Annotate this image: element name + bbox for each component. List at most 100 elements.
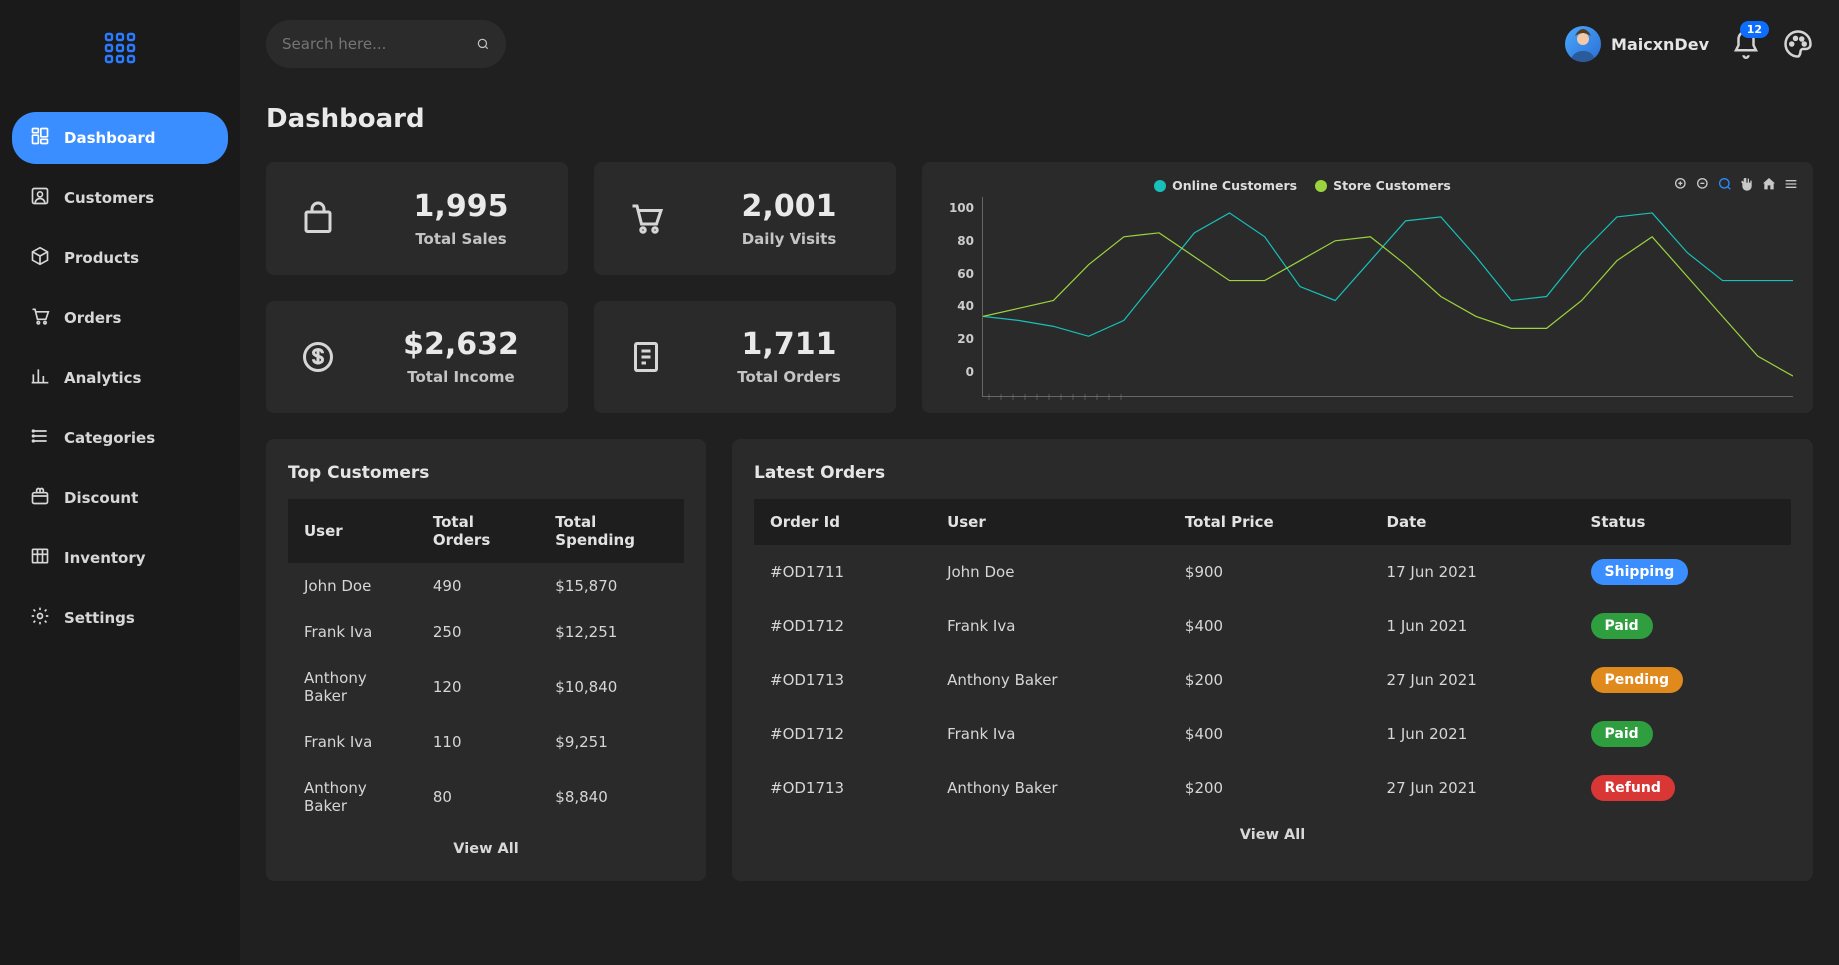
cell-status: Shipping [1575, 545, 1791, 599]
cell: Anthony Baker [931, 761, 1169, 815]
cell: Frank Iva [931, 707, 1169, 761]
sidebar-item-categories[interactable]: Categories [12, 412, 228, 464]
column-header: Order Id [754, 499, 931, 545]
menu-icon[interactable] [1783, 176, 1799, 192]
search-icon [476, 33, 490, 55]
table-row[interactable]: #OD1713Anthony Baker$20027 Jun 2021Refun… [754, 761, 1791, 815]
sidebar-item-settings[interactable]: Settings [12, 592, 228, 644]
table-row[interactable]: #OD1711John Doe$90017 Jun 2021Shipping [754, 545, 1791, 599]
cell: $200 [1169, 653, 1371, 707]
dollar-icon [294, 333, 342, 381]
cell: $200 [1169, 761, 1371, 815]
sidebar-item-products[interactable]: Products [12, 232, 228, 284]
sidebar-item-label: Products [64, 249, 139, 267]
stat-label: Daily Visits [710, 230, 868, 248]
ytick: 60 [938, 267, 974, 281]
table-row[interactable]: Anthony Baker80$8,840 [288, 765, 684, 829]
stat-card-total-orders: 1,711Total Orders [594, 301, 896, 414]
sidebar-item-discount[interactable]: Discount [12, 472, 228, 524]
customers-chart-card: Online CustomersStore Customers 10080604… [922, 162, 1813, 413]
cell: 490 [417, 563, 539, 609]
stat-label: Total Income [382, 368, 540, 386]
latest-orders-view-all[interactable]: View All [754, 827, 1791, 843]
table-row[interactable]: John Doe490$15,870 [288, 563, 684, 609]
cell: 1 Jun 2021 [1371, 707, 1575, 761]
column-header: Total Price [1169, 499, 1371, 545]
palette-icon [1783, 29, 1813, 59]
zoom-in-icon[interactable] [1673, 176, 1689, 192]
chart-x-ticks [983, 394, 1133, 400]
cell: 17 Jun 2021 [1371, 545, 1575, 599]
legend-label: Online Customers [1172, 178, 1297, 193]
topbar-right: MaicxnDev 12 [1565, 26, 1813, 62]
top-customers-view-all[interactable]: View All [288, 841, 684, 857]
cell: Anthony Baker [288, 655, 417, 719]
table-row[interactable]: #OD1712Frank Iva$4001 Jun 2021Paid [754, 707, 1791, 761]
table-row[interactable]: Anthony Baker120$10,840 [288, 655, 684, 719]
categories-icon [30, 426, 50, 450]
pan-icon[interactable] [1739, 176, 1755, 192]
stat-value: 1,995 [382, 189, 540, 224]
status-badge: Shipping [1591, 559, 1689, 585]
ytick: 20 [938, 332, 974, 346]
line-chart-svg [983, 197, 1793, 396]
stat-value: 2,001 [710, 189, 868, 224]
dashboard-icon [30, 126, 50, 150]
topbar: MaicxnDev 12 [266, 20, 1813, 68]
ytick: 80 [938, 234, 974, 248]
column-header: Status [1575, 499, 1791, 545]
ytick: 100 [938, 201, 974, 215]
main-area: MaicxnDev 12 Dashboard 1,995Total Sales2… [240, 0, 1839, 965]
sidebar-item-analytics[interactable]: Analytics [12, 352, 228, 404]
home-icon[interactable] [1761, 176, 1777, 192]
cell: #OD1711 [754, 545, 931, 599]
latest-orders-table: Order IdUserTotal PriceDateStatus #OD171… [754, 499, 1791, 815]
column-header: Date [1371, 499, 1575, 545]
cell-status: Paid [1575, 707, 1791, 761]
stat-label: Total Orders [710, 368, 868, 386]
column-header: User [288, 499, 417, 563]
sidebar-item-inventory[interactable]: Inventory [12, 532, 228, 584]
stats-row: 1,995Total Sales2,001Daily Visits$2,632T… [266, 162, 1813, 413]
legend-store-customers[interactable]: Store Customers [1315, 178, 1451, 193]
settings-icon [30, 606, 50, 630]
table-row[interactable]: Frank Iva250$12,251 [288, 609, 684, 655]
cell: Frank Iva [288, 609, 417, 655]
current-user[interactable]: MaicxnDev [1565, 26, 1709, 62]
grid-logo-icon [100, 28, 140, 68]
chart-line-store-customers [983, 233, 1793, 376]
cell: #OD1712 [754, 707, 931, 761]
cell: $10,840 [539, 655, 684, 719]
cell: $12,251 [539, 609, 684, 655]
search-box[interactable] [266, 20, 506, 68]
theme-button[interactable] [1783, 29, 1813, 59]
cell: $9,251 [539, 719, 684, 765]
column-header: Total Spending [539, 499, 684, 563]
cell: 27 Jun 2021 [1371, 653, 1575, 707]
notifications-button[interactable]: 12 [1731, 29, 1761, 59]
sidebar-item-label: Categories [64, 429, 155, 447]
orders-icon [30, 306, 50, 330]
table-row[interactable]: Frank Iva110$9,251 [288, 719, 684, 765]
cell: Frank Iva [288, 719, 417, 765]
sidebar-item-dashboard[interactable]: Dashboard [12, 112, 228, 164]
table-row[interactable]: #OD1712Frank Iva$4001 Jun 2021Paid [754, 599, 1791, 653]
chart-toolbar [1673, 176, 1799, 192]
chart-plot [982, 197, 1793, 397]
cell: 1 Jun 2021 [1371, 599, 1575, 653]
stat-card-total-income: $2,632Total Income [266, 301, 568, 414]
zoom-select-icon[interactable] [1717, 176, 1733, 192]
status-badge: Refund [1591, 775, 1675, 801]
cell-status: Paid [1575, 599, 1791, 653]
search-input[interactable] [282, 35, 476, 53]
notification-badge: 12 [1740, 21, 1769, 38]
table-row[interactable]: #OD1713Anthony Baker$20027 Jun 2021Pendi… [754, 653, 1791, 707]
sidebar-item-customers[interactable]: Customers [12, 172, 228, 224]
sidebar-item-orders[interactable]: Orders [12, 292, 228, 344]
customers-icon [30, 186, 50, 210]
cell: #OD1712 [754, 599, 931, 653]
sidebar-item-label: Analytics [64, 369, 141, 387]
cell: 27 Jun 2021 [1371, 761, 1575, 815]
zoom-out-icon[interactable] [1695, 176, 1711, 192]
legend-online-customers[interactable]: Online Customers [1154, 178, 1297, 193]
